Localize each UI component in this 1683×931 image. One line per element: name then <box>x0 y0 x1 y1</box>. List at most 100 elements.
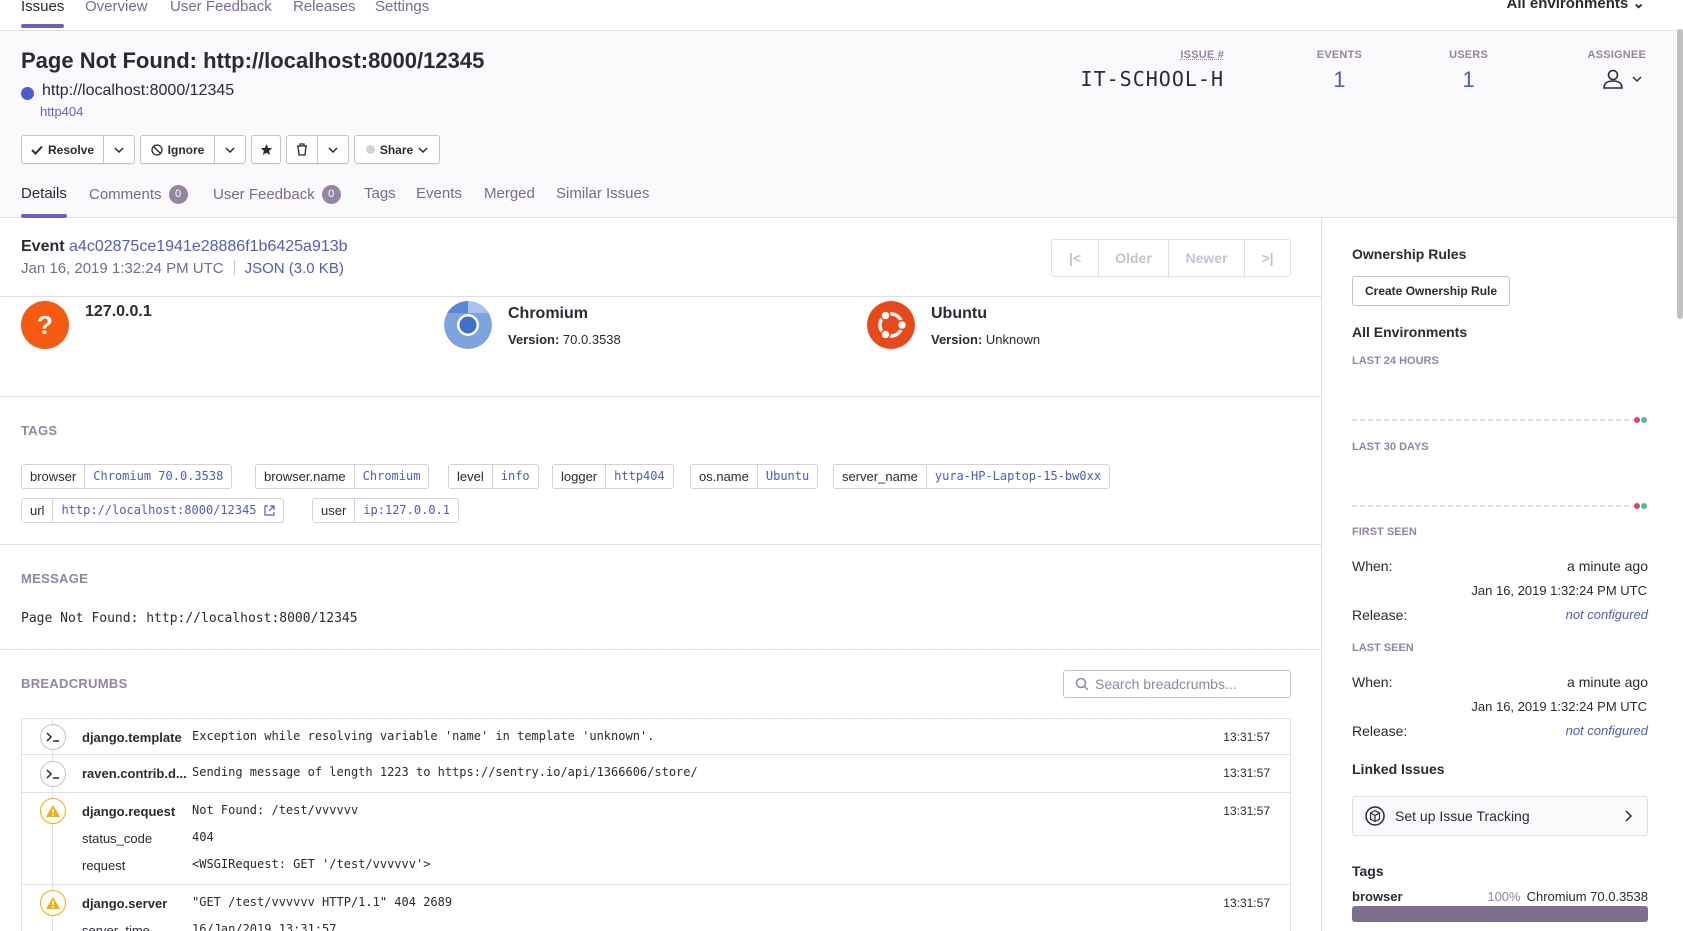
tab-events-label: Events <box>416 185 462 202</box>
breadcrumbs-search-placeholder: Search breadcrumbs... <box>1095 676 1237 692</box>
tag-key: browser <box>1352 889 1403 904</box>
user-feedback-count-badge: 0 <box>321 185 341 204</box>
os-version-value: Unknown <box>985 332 1041 347</box>
ubuntu-icon <box>867 301 915 349</box>
stat-users-label: USERS <box>1449 49 1488 61</box>
assignee-selector[interactable] <box>1600 69 1650 91</box>
create-ownership-rule-button[interactable]: Create Ownership Rule <box>1352 276 1511 306</box>
sidebar: Ownership Rules Create Ownership Rule Al… <box>1321 219 1683 931</box>
tab-user-feedback[interactable]: User Feedback 0 <box>213 185 341 204</box>
event-json-link[interactable]: JSON (3.0 KB) <box>245 260 344 277</box>
tag-value: http404 <box>614 469 665 483</box>
breadcrumb-item: django.template Exception while resolvin… <box>22 719 1290 755</box>
page-scrollbar[interactable] <box>1677 29 1683 319</box>
release-label: Release: <box>1352 607 1408 623</box>
package-icon <box>1365 806 1385 826</box>
stat-assignee-label: ASSIGNEE <box>1587 49 1646 61</box>
share-button[interactable]: Share <box>354 135 440 164</box>
nav-tab-overview[interactable]: Overview <box>85 0 148 15</box>
breadcrumb-data-value: <WSGIRequest: GET '/test/vvvvvv'> <box>192 857 431 871</box>
breadcrumb-item: django.server "GET /test/vvvvvv HTTP/1.1… <box>22 885 1290 931</box>
tag-distribution-bar[interactable] <box>1352 906 1648 922</box>
tags-heading: TAGS <box>21 423 58 438</box>
trash-icon <box>297 143 307 156</box>
share-label: Share <box>379 142 414 157</box>
tab-details[interactable]: Details <box>21 185 67 218</box>
tag-pill[interactable]: user ip:127.0.0.1 <box>312 498 459 523</box>
tab-events[interactable]: Events <box>416 185 462 202</box>
setup-issue-tracking-label: Set up Issue Tracking <box>1395 808 1530 824</box>
event-id-link[interactable]: a4c02875ce1941e28886f1b6425a913b <box>69 238 348 255</box>
question-mark-icon: ? <box>21 301 69 349</box>
stat-issue-number: ISSUE # IT-SCHOOL-H <box>1081 49 1224 91</box>
nav-tab-user-feedback[interactable]: User Feedback <box>170 0 272 15</box>
ignore-button[interactable]: Ignore <box>140 135 215 164</box>
tag-top-value: 100% Chromium 70.0.3538 <box>1487 889 1648 904</box>
nav-tab-issues[interactable]: Issues <box>21 0 65 28</box>
event-label: Event <box>21 238 65 255</box>
breadcrumb-item: django.request Not Found: /test/vvvvvv 1… <box>22 793 1290 885</box>
tab-comments[interactable]: Comments 0 <box>89 185 188 204</box>
tag-key: logger <box>553 465 607 488</box>
last-seen-relative: a minute ago <box>1567 674 1648 690</box>
chromium-icon <box>444 301 492 349</box>
comments-count-badge: 0 <box>168 185 188 204</box>
last-seen-date: Jan 16, 2019 1:32:24 PM UTC <box>1471 699 1647 714</box>
breadcrumb-category: django.request <box>82 804 176 819</box>
last-24-hours-label: LAST 24 HOURS <box>1352 355 1439 367</box>
tag-percentage: 100% <box>1487 889 1521 904</box>
tag-key: url <box>22 499 54 522</box>
breadcrumb-category: django.template <box>82 730 182 745</box>
message-text: Page Not Found: http://localhost:8000/12… <box>21 611 358 626</box>
first-release-value[interactable]: not configured <box>1566 607 1648 622</box>
tag-pill[interactable]: level info <box>448 464 539 489</box>
environment-selector[interactable]: All environments ⌄ <box>1507 0 1645 12</box>
linked-issues-heading: Linked Issues <box>1352 761 1445 777</box>
tag-pill[interactable]: browser Chromium 70.0.3538 <box>21 464 233 489</box>
resolve-dropdown-button[interactable] <box>103 135 135 164</box>
tag-pill[interactable]: logger http404 <box>552 464 674 489</box>
resolve-button[interactable]: Resolve <box>21 135 104 164</box>
delete-dropdown-button[interactable] <box>317 135 349 164</box>
nav-tab-settings[interactable]: Settings <box>375 0 429 15</box>
external-link-icon[interactable] <box>263 505 275 516</box>
ignore-dropdown-button[interactable] <box>214 135 246 164</box>
stat-users-value[interactable]: 1 <box>1449 67 1488 93</box>
stat-events: EVENTS 1 <box>1317 49 1362 93</box>
breadcrumbs-search-input[interactable]: Search breadcrumbs... <box>1063 670 1291 698</box>
tag-pill[interactable]: url http://localhost:8000/12345 <box>21 498 284 523</box>
older-event-button[interactable]: Older <box>1099 240 1169 276</box>
tag-pill[interactable]: os.name Ubuntu <box>690 464 819 489</box>
chevron-down-icon <box>114 146 124 153</box>
user-context-name: 127.0.0.1 <box>85 303 152 320</box>
nav-tab-releases[interactable]: Releases <box>293 0 356 15</box>
last-release-value[interactable]: not configured <box>1566 723 1648 738</box>
divider <box>0 396 1321 397</box>
browser-version-value: 70.0.3538 <box>562 332 621 347</box>
tag-distribution-row[interactable]: browser 100% Chromium 70.0.3538 <box>1352 889 1648 904</box>
delete-button[interactable] <box>286 135 318 164</box>
browser-context-version: Version: 70.0.3538 <box>508 332 621 347</box>
setup-issue-tracking-button[interactable]: Set up Issue Tracking <box>1352 796 1648 836</box>
stat-events-value[interactable]: 1 <box>1317 67 1362 93</box>
share-status-icon <box>365 145 375 154</box>
breadcrumb-item: raven.contrib.d... Sending message of le… <box>22 755 1290 793</box>
last-event-button[interactable]: >| <box>1245 240 1290 276</box>
stat-users: USERS 1 <box>1449 49 1488 93</box>
issue-culprit[interactable]: http404 <box>40 104 83 119</box>
event-date: Jan 16, 2019 1:32:24 PM UTC <box>21 260 224 277</box>
newer-event-button[interactable]: Newer <box>1169 240 1245 276</box>
tab-merged[interactable]: Merged <box>484 185 535 202</box>
first-event-button[interactable]: |< <box>1052 240 1099 276</box>
tag-pill[interactable]: browser.name Chromium <box>255 464 430 489</box>
version-label: Version: <box>931 332 983 347</box>
bookmark-button[interactable] <box>251 135 281 164</box>
tab-tags[interactable]: Tags <box>364 185 396 202</box>
tab-similar-issues[interactable]: Similar Issues <box>556 185 649 202</box>
first-seen-date: Jan 16, 2019 1:32:24 PM UTC <box>1471 583 1647 598</box>
tag-value: Chromium 70.0.3538 <box>93 469 224 483</box>
tag-key: browser.name <box>256 465 355 488</box>
tag-pill[interactable]: server_name yura-HP-Laptop-15-bw0xx <box>833 464 1111 489</box>
check-icon <box>31 145 43 155</box>
divider <box>0 649 1321 650</box>
